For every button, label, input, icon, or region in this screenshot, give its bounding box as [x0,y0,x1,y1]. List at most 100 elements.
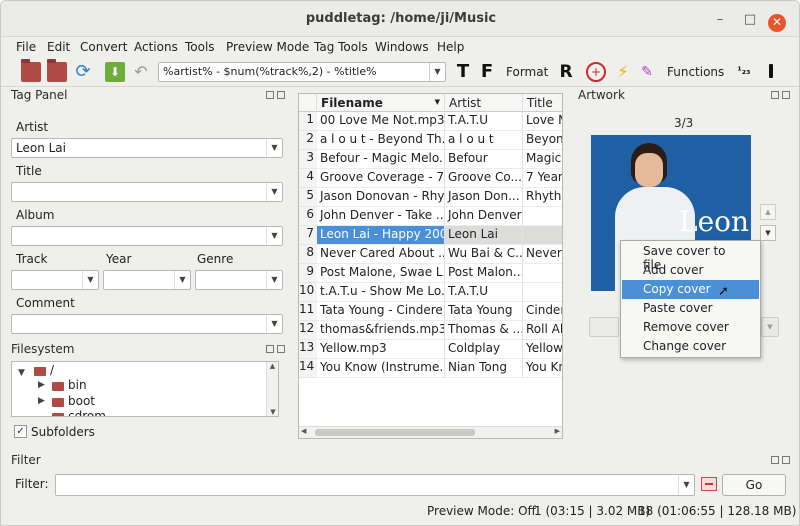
chevron-down-icon[interactable]: ▼ [266,271,282,289]
scroll-thumb[interactable] [315,429,475,436]
row-number: 7 [299,226,317,245]
cell-artist: Jason Don... [445,188,523,207]
close-panel-icon[interactable] [277,91,285,99]
refresh-icon[interactable]: ⟳ [73,62,93,82]
lightning-icon[interactable]: ⚡ [613,62,633,82]
pattern-combobox[interactable]: %artist% - $num(%track%,2) - %title% ▼ [158,62,446,82]
separator-icon[interactable] [761,62,781,82]
clear-filter-icon[interactable] [701,477,717,491]
chevron-up-icon[interactable]: ▲ [760,204,776,220]
menu-item-copy-cover[interactable]: Copy cover [622,280,759,299]
chevron-down-icon[interactable]: ▼ [761,317,779,337]
cell-title: Roll Al [523,321,562,340]
cover-figure-face [635,153,663,187]
menu-item-save-cover[interactable]: Save cover to file [622,242,759,272]
artist-field[interactable]: Leon Lai ▼ [11,138,283,158]
text-f-icon[interactable]: F [477,62,497,82]
column-header-filename[interactable]: Filename ▼ [317,94,445,112]
add-folder-icon[interactable] [47,59,67,82]
text-t-icon[interactable]: T [453,62,473,82]
cell-title: Cinder [523,302,562,321]
row-number: 5 [299,188,317,207]
chevron-down-icon[interactable]: ▼ [82,271,98,289]
column-header-title[interactable]: Title [523,94,562,112]
year-field[interactable]: ▼ [103,270,191,290]
close-panel-icon[interactable] [277,345,285,353]
comment-field[interactable]: ▼ [11,314,283,334]
menu-tools[interactable]: Tools [185,40,215,54]
float-panel-icon[interactable] [266,91,274,99]
tree-item-cdrom[interactable]: cdrom [68,409,106,416]
menu-convert[interactable]: Convert [80,40,127,54]
maximize-icon[interactable]: □ [742,13,758,29]
cell-artist: Wu Bai & C... [445,245,523,264]
tree-item-bin[interactable]: bin [68,378,87,392]
chevron-down-icon[interactable]: ▼ [266,139,282,157]
float-panel-icon[interactable] [771,456,779,464]
file-table[interactable]: Filename ▼ Artist Title 1 00 Love Me Not… [298,93,563,439]
go-button[interactable]: Go [722,474,786,496]
functions-button[interactable]: Functions [667,65,724,79]
menu-file[interactable]: File [16,40,36,54]
cover-description-field[interactable] [589,317,619,337]
tree-item-boot[interactable]: boot [68,394,95,408]
chevron-down-icon[interactable]: ▼ [678,475,694,495]
undo-icon[interactable]: ↶ [131,62,151,82]
tree-scrollbar[interactable]: ▲ ▼ [266,362,278,416]
close-panel-icon[interactable] [782,91,790,99]
menu-actions[interactable]: Actions [134,40,178,54]
filter-input[interactable]: ▼ [55,474,695,496]
chevron-down-icon[interactable]: ▼ [266,227,282,245]
genre-field[interactable]: ▼ [195,270,283,290]
expand-icon[interactable]: ▶ [38,396,45,406]
scroll-right-icon[interactable]: ▶ [555,427,560,435]
expand-icon[interactable]: ▶ [38,380,45,390]
open-folder-icon[interactable] [21,59,41,82]
cell-title: Love M [523,112,562,131]
numbering-icon[interactable]: ¹₂₃ [734,62,754,82]
menu-item-change-cover[interactable]: Change cover [622,337,759,356]
title-field[interactable]: ▼ [11,182,283,202]
row-number: 2 [299,131,317,150]
menu-edit[interactable]: Edit [47,40,70,54]
scroll-left-icon[interactable]: ◀ [301,427,306,435]
total-files-status: 18 (01:06:55 | 128.18 MB) [638,504,797,518]
sort-arrow-icon: ▼ [434,98,440,106]
cell-artist: Nian Tong [445,359,523,378]
window-title: puddletag: /home/ji/Music [305,11,497,26]
menu-preview-mode[interactable]: Preview Mode [226,40,309,54]
menu-item-add-cover[interactable]: Add cover [622,261,759,280]
save-icon[interactable]: ⬇ [105,62,125,82]
menu-item-paste-cover[interactable]: Paste cover [622,299,759,318]
chevron-down-icon[interactable]: ▼ [429,63,445,81]
column-header-artist[interactable]: Artist [445,94,523,112]
chevron-down-icon[interactable]: ▼ [760,225,776,241]
menu-tag-tools[interactable]: Tag Tools [314,40,368,54]
float-panel-icon[interactable] [266,345,274,353]
text-r-icon[interactable]: R [556,62,576,82]
close-panel-icon[interactable] [782,456,790,464]
menu-help[interactable]: Help [437,40,464,54]
filesystem-tree[interactable]: ▼ / ▶ bin ▶ boot cdrom ▲ ▼ [11,361,279,417]
chevron-down-icon[interactable]: ▼ [174,271,190,289]
album-label: Album [16,208,55,222]
float-panel-icon[interactable] [771,91,779,99]
tree-root[interactable]: ▼ [18,364,25,378]
menu-windows[interactable]: Windows [375,40,429,54]
chevron-down-icon[interactable]: ▼ [266,315,282,333]
crosshair-icon[interactable]: + [586,62,606,82]
eraser-icon[interactable]: ✎ [637,62,657,82]
chevron-down-icon[interactable]: ▼ [266,183,282,201]
track-field[interactable]: ▼ [11,270,99,290]
format-button[interactable]: Format [506,65,548,79]
table-hscrollbar[interactable]: ◀ ▶ [299,426,562,438]
cell-title: Rhythm [523,188,562,207]
album-field[interactable]: ▼ [11,226,283,246]
minimize-icon[interactable]: – [712,13,728,29]
menu-item-remove-cover[interactable]: Remove cover [622,318,759,337]
cell-filename: Yellow.mp3 [317,340,445,359]
artist-label: Artist [16,120,49,134]
title-bar: puddletag: /home/ji/Music – □ ✕ [1,1,799,37]
subfolders-checkbox[interactable]: ✓ [14,425,27,438]
close-icon[interactable]: ✕ [768,14,786,32]
